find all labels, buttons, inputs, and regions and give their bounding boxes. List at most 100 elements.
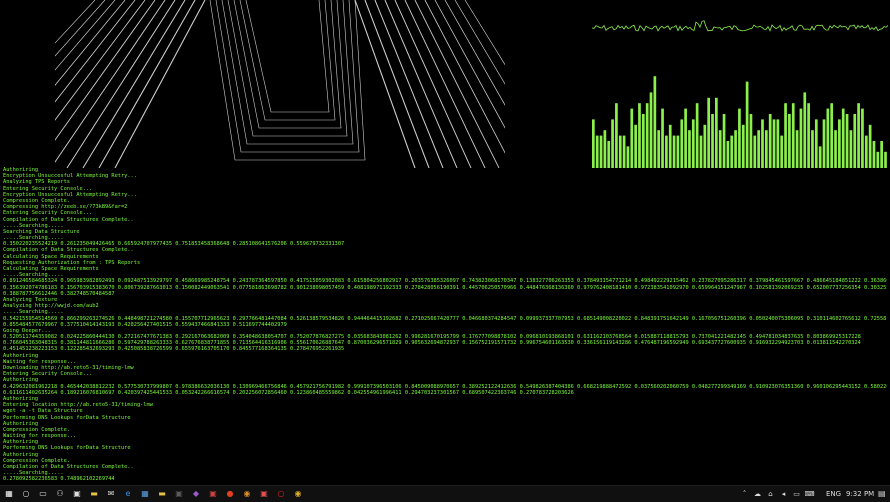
spectrum-bar xyxy=(876,151,880,168)
spectrum-bar xyxy=(657,130,661,168)
people-icon[interactable]: ⚇ xyxy=(55,489,65,499)
spectrum-bar xyxy=(703,124,707,168)
store-icon[interactable]: ▣ xyxy=(72,489,82,499)
spectrum-bar xyxy=(749,114,753,168)
spectrum-bar xyxy=(861,108,864,168)
spectrum-bar xyxy=(707,97,711,168)
search-icon[interactable]: ○ xyxy=(21,489,31,499)
spectrum-bar xyxy=(599,135,603,168)
spectrum-bar xyxy=(649,92,653,168)
terminal-output: Authoriring Encryption Unsuccesful Attemp… xyxy=(3,167,887,485)
app-icon-2[interactable]: ● xyxy=(225,489,235,499)
spectrum-bar xyxy=(730,135,734,168)
app-icon-4[interactable]: ▣ xyxy=(259,489,269,499)
spectrum-bar xyxy=(838,119,841,168)
spectrum-bar xyxy=(791,103,795,168)
opera-icon[interactable]: ○ xyxy=(276,489,286,499)
spectrum-bar xyxy=(757,130,760,168)
spectrum-bar xyxy=(834,130,837,168)
spectrum-bar xyxy=(811,130,814,168)
spectrum-bar xyxy=(741,124,745,168)
spectrum-bar xyxy=(691,119,695,168)
spectrum-bar xyxy=(645,103,649,168)
task-view-icon[interactable]: ▭ xyxy=(38,489,48,499)
photos-icon[interactable]: ▦ xyxy=(140,489,150,499)
volume-icon[interactable]: ◂ xyxy=(777,486,790,502)
tunnel-line xyxy=(444,0,505,106)
spectrum-bar xyxy=(688,130,691,168)
tunnel-line xyxy=(364,0,430,168)
spectrum-bar xyxy=(814,119,818,168)
spectrum-bar xyxy=(826,108,830,168)
spectrum-bar xyxy=(603,130,607,168)
spectrum-bar xyxy=(780,135,784,168)
chrome-icon[interactable]: ◉ xyxy=(293,489,303,499)
spectrum-bar xyxy=(768,114,772,168)
spectrum-bar xyxy=(830,103,834,168)
visual-studio-icon[interactable]: ◆ xyxy=(191,489,201,499)
spectrum-bar xyxy=(615,103,618,168)
spectrum-bar xyxy=(618,135,622,168)
taskbar: ▦ ○ ▭ ⚇ ▣ ▬ ✉ e ▦ ▬ ▣ ◆ ▣ ● ◉ ▣ ○ ◉ ˄ ☁ ⌂ ◂ ▭ ⌨ ENG 9:32 PM ▤ xyxy=(0,485,890,502)
tunnel-line xyxy=(384,0,458,168)
language-indicator[interactable]: ENG xyxy=(826,486,841,502)
spectrum-bar xyxy=(776,119,780,168)
spectrum-bar xyxy=(818,146,822,168)
tunnel-line xyxy=(114,0,206,168)
waveform-line xyxy=(592,20,888,32)
tunnel-line xyxy=(454,0,505,85)
spectrum-bar xyxy=(738,108,741,168)
spectrum-bar xyxy=(699,135,703,168)
tunnel-frame xyxy=(245,0,330,113)
tunnel-line xyxy=(55,0,106,57)
keyboard-icon[interactable]: ⌨ xyxy=(803,486,816,502)
spectrum-bar xyxy=(803,92,807,168)
folder-icon[interactable]: ▬ xyxy=(157,489,167,499)
app-icon-3[interactable]: ◉ xyxy=(242,489,252,499)
mail-icon[interactable]: ✉ xyxy=(106,489,116,499)
spectrum-bar xyxy=(884,151,887,168)
spectrum-bar xyxy=(849,130,853,168)
spectrum-bar xyxy=(595,135,599,168)
spectrum-bar xyxy=(711,114,714,168)
spectrum-bar xyxy=(695,103,699,168)
chevron-up-icon[interactable]: ˄ xyxy=(738,486,751,502)
spectrum-bar xyxy=(715,97,718,168)
spectrum-bar xyxy=(761,119,764,168)
terminal-line: 0.542155954514569 0.866299263274526 0.44… xyxy=(3,315,887,322)
file-explorer-icon[interactable]: ▬ xyxy=(89,489,99,499)
spectrum-bar xyxy=(668,124,672,168)
spectrum-bar xyxy=(622,135,626,168)
tunnel-line xyxy=(55,0,126,86)
spectrum-bar xyxy=(722,114,726,168)
terminal-line: 0.891246584685324 0.965983982892493 0.09… xyxy=(3,278,887,285)
network-icon[interactable]: ⌂ xyxy=(764,486,777,502)
spectrum-bar xyxy=(753,135,757,168)
terminal-icon[interactable]: ▣ xyxy=(174,489,184,499)
spectrum-bar xyxy=(734,130,737,168)
clock[interactable]: 9:32 PM xyxy=(846,486,874,502)
tunnel-line xyxy=(98,0,196,168)
spectrum-bar xyxy=(864,135,868,168)
spectrum-bar xyxy=(764,130,768,168)
spectrum-bar xyxy=(672,135,676,168)
tunnel-visualizer xyxy=(55,0,505,168)
spectrum-bar xyxy=(841,108,845,168)
cloud-icon[interactable]: ☁ xyxy=(751,486,764,502)
spectrum-bar xyxy=(634,124,637,168)
spectrum-bar xyxy=(784,103,787,168)
notifications-icon[interactable]: ▤ xyxy=(878,486,886,502)
tunnel-line xyxy=(55,0,116,71)
battery-icon[interactable]: ▭ xyxy=(790,486,803,502)
terminal-line: 0.356392074786183 0.156703915383670 0.80… xyxy=(3,284,887,291)
windows-start-icon[interactable]: ▦ xyxy=(4,489,14,499)
spectrum-bar xyxy=(807,103,810,168)
spectrum-bar xyxy=(630,108,634,168)
terminal-line: 0.429632081962218 0.465442038812232 0.57… xyxy=(3,383,887,390)
spectrum-bar xyxy=(799,108,803,168)
tunnel-line xyxy=(464,0,505,66)
spectrum-bar xyxy=(680,119,684,168)
app-icon[interactable]: ▣ xyxy=(208,489,218,499)
edge-icon[interactable]: e xyxy=(123,489,133,499)
spectrum-bar xyxy=(592,119,595,168)
